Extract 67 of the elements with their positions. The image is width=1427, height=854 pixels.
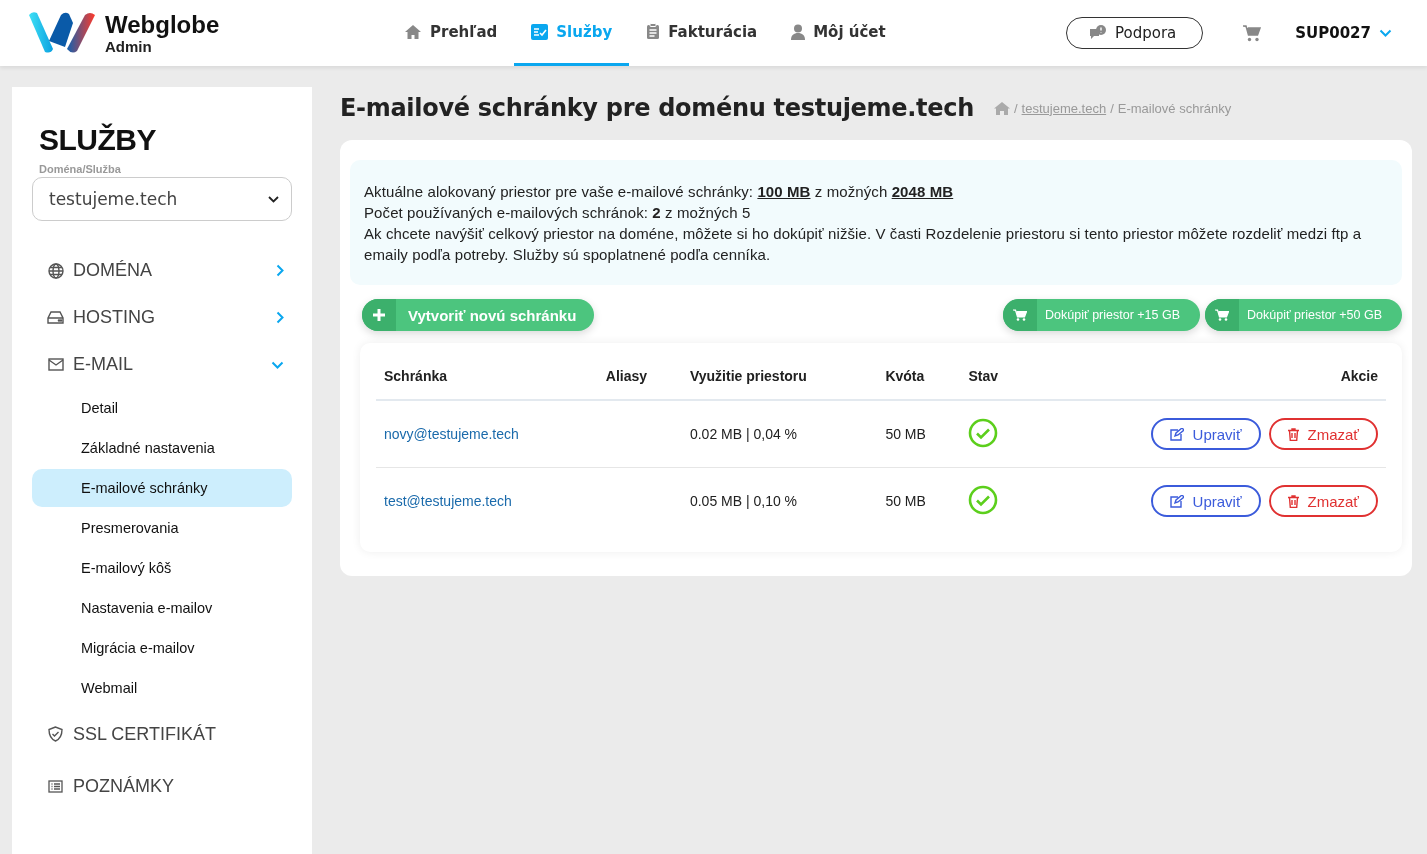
account-menu[interactable]: SUP0027	[1295, 24, 1392, 42]
chevron-down-icon	[1379, 29, 1392, 37]
column-header: Akcie	[1028, 353, 1386, 400]
info-text: Aktuálne alokovaný priestor pre vaše e-mailové schránky: 100 MB z možných 2048 MB	[364, 182, 955, 202]
checklist-icon	[531, 23, 549, 40]
brand-subtitle: Admin	[105, 37, 152, 55]
home-icon	[404, 23, 422, 40]
breadcrumb-separator: /	[1110, 100, 1114, 116]
logo-icon	[27, 11, 97, 55]
table-cell: 0.05 MB | 0,10 %	[689, 493, 798, 509]
list-icon	[48, 779, 63, 793]
nav-tab[interactable]: Môj účet	[774, 0, 903, 66]
sidebar-item[interactable]: Presmerovania	[32, 509, 292, 547]
sidebar-item[interactable]: Nastavenia e-mailov	[32, 589, 292, 627]
breadcrumb-current: E-mailové schránky	[1117, 100, 1232, 116]
brand-name: Webglobe	[105, 11, 220, 38]
column-header: Aliasy	[597, 353, 682, 400]
sidebar-item[interactable]: Detail	[32, 389, 292, 427]
trash-icon	[1287, 494, 1299, 508]
drive-icon	[47, 311, 64, 324]
sidebar-section[interactable]: DOMÉNA	[32, 247, 292, 294]
sidebar-section[interactable]: SSL CERTIFIKÁT	[32, 708, 292, 760]
domain-select[interactable]: testujeme.tech	[32, 177, 292, 221]
sidebar-item[interactable]: Webmail	[32, 669, 292, 707]
sidebar-section[interactable]: E-MAIL	[32, 341, 292, 388]
nav-tab[interactable]: Prehľad	[387, 0, 515, 66]
sidebar-item[interactable]: E-mailový kôš	[32, 549, 292, 587]
mail-icon	[47, 358, 64, 371]
sidebar-section[interactable]: POZNÁMKY	[32, 760, 292, 812]
sidebar-section[interactable]: HOSTING	[32, 294, 292, 341]
page-title: E-mailové schránky pre doménu testujeme.tech	[340, 94, 974, 122]
column-header: Kvóta	[877, 353, 961, 400]
cart-icon	[1215, 309, 1230, 321]
plus-icon	[373, 309, 385, 321]
mailbox-link[interactable]: test@testujeme.tech	[384, 493, 512, 509]
delete-button[interactable]: Zmazať	[1268, 485, 1378, 517]
sidebar-item[interactable]: Migrácia e-mailov	[32, 629, 292, 667]
select-label: Doména/Služba	[39, 163, 122, 175]
globe-icon	[47, 262, 64, 279]
cart-icon	[1013, 309, 1028, 321]
clipboard-icon	[646, 23, 661, 40]
info-text: Ak chcete navýšiť celkový priestor na doméne, môžete si ho dokúpiť nižšie. V časti Rozdelenie priestoru si tento priestor môžete rozdeliť medzi ftp a emaily podľa potreby. Služby sú spoplatnené podľa cenníka.	[364, 224, 1363, 265]
home-icon[interactable]	[993, 101, 1010, 115]
cart-icon[interactable]	[1243, 24, 1262, 42]
table-cell: 0.02 MB | 0,04 %	[689, 426, 798, 442]
edit-button[interactable]: Upraviť	[1150, 418, 1261, 450]
edit-button[interactable]: Upraviť	[1150, 485, 1261, 517]
sidebar-title: SLUŽBY	[39, 123, 157, 157]
edit-icon	[1169, 427, 1184, 441]
chevron-down-icon	[268, 195, 279, 203]
info-text: Počet používaných e-mailových schránok: 2 z možných 5	[364, 203, 752, 223]
edit-icon	[1169, 494, 1184, 508]
delete-button[interactable]: Zmazať	[1268, 418, 1378, 450]
shield-icon	[48, 726, 63, 742]
user-icon	[791, 23, 806, 40]
table-cell: 50 MB	[885, 426, 926, 442]
table-cell: 50 MB	[885, 493, 926, 509]
sidebar-item[interactable]: Základné nastavenia	[32, 429, 292, 467]
trash-icon	[1287, 427, 1299, 441]
mailbox-link[interactable]: novy@testujeme.tech	[384, 426, 519, 442]
sidebar-item[interactable]: E-mailové schránky	[32, 469, 292, 507]
chat-icon	[1089, 25, 1107, 41]
column-header: Schránka	[376, 353, 598, 400]
column-header: Stav	[960, 353, 1029, 400]
breadcrumb-separator: /	[1013, 100, 1018, 116]
nav-tab[interactable]: Fakturácia	[629, 0, 775, 66]
column-header: Využitie priestoru	[681, 353, 878, 400]
